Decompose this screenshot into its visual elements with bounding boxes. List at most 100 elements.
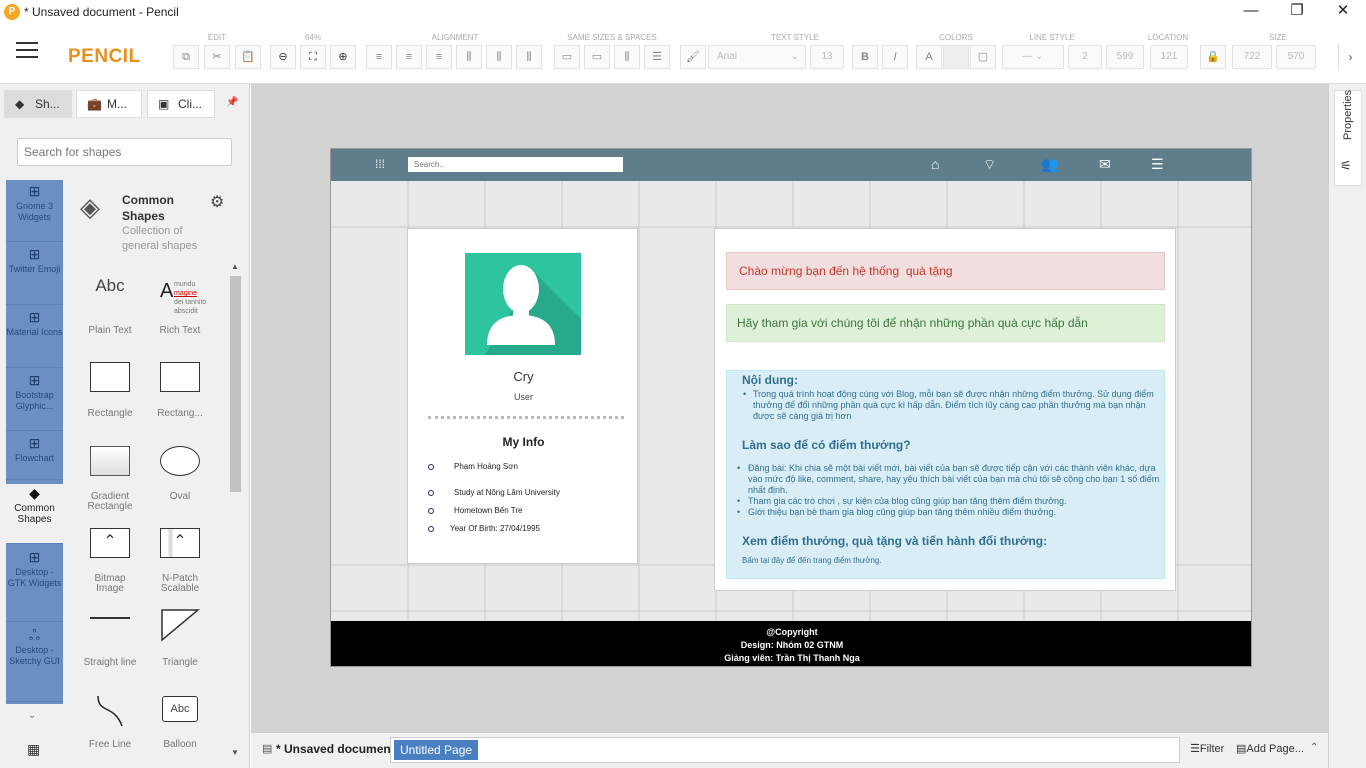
document-page[interactable]: ⁞⁞⁞ Search.. ⌂ ⌔ 👥 ✉ ☰ Cry User My Info … (330, 148, 1252, 667)
maximize-button[interactable]: ❐ (1274, 0, 1320, 24)
info-box: Nội dung: • Trong quá trình hoạt động cùn… (726, 370, 1165, 579)
shape-triangle[interactable]: Triangle (150, 609, 210, 682)
size-width-input[interactable]: 722 (1232, 45, 1272, 69)
chevron-down-icon[interactable]: ⌄ (28, 710, 36, 721)
hamburger-menu-icon[interactable] (16, 42, 38, 58)
grid-menu-icon[interactable]: ▦ (27, 741, 40, 758)
doc-search-input[interactable]: Search.. (408, 157, 623, 172)
align-top-icon[interactable]: ⫼ (456, 45, 482, 69)
align-center-icon[interactable]: ≡ (396, 45, 422, 69)
people-icon[interactable]: 👥 (1041, 156, 1058, 173)
shape-gradient-rectangle[interactable]: Gradient Rectangle (80, 444, 140, 514)
font-size-input[interactable]: 13 (810, 45, 844, 69)
fit-screen-icon[interactable]: ⛶ (300, 45, 326, 69)
collection-material-icons[interactable]: ⊞ Material Icons (6, 308, 63, 368)
shape-rectangle-2[interactable]: Rectang... (150, 360, 210, 420)
text-color-icon[interactable]: A (916, 45, 942, 69)
home-icon[interactable]: ⌂ (931, 156, 939, 172)
same-height-icon[interactable]: ▭ (584, 45, 610, 69)
main-toolbar: PENCIL EDIT ⧉ ✂ 📋 64% ⊖ ⛶ ⊕ ALIGNMENT ≡ … (0, 24, 1366, 84)
shape-npatch[interactable]: ⌃ N-Patch Scalable (150, 528, 210, 598)
align-bottom-icon[interactable]: ⫼ (516, 45, 542, 69)
search-shapes-input[interactable] (17, 138, 232, 166)
join-alert: Hãy tham gia với chúng tôi để nhận những… (726, 304, 1165, 342)
collection-gtk[interactable]: ⊞ Desktop - GTK Widgets (6, 548, 63, 622)
profile-role: User (513, 392, 533, 402)
collection-flowchart[interactable]: ⊞ Flowchart (6, 434, 63, 480)
lock-icon[interactable]: 🔒 (1200, 45, 1226, 69)
info-item: Phạm Hoàng Sơn (428, 462, 518, 471)
shape-rectangle[interactable]: Rectangle (80, 360, 140, 420)
tab-clipart[interactable]: ▣ Cli... (147, 90, 215, 118)
fill-color-icon[interactable] (943, 45, 969, 69)
shapes-scroll-thumb[interactable] (230, 276, 241, 492)
location-y-input[interactable]: 121 (1150, 45, 1188, 69)
size-height-input[interactable]: 570 (1276, 45, 1316, 69)
scroll-up-icon[interactable]: ▲ (231, 262, 239, 271)
collection-title: Common Shapes (122, 193, 174, 223)
font-family-select[interactable]: Arial ⌄ (708, 45, 806, 69)
edit-group-label: EDIT (207, 33, 227, 42)
location-x-input[interactable]: 599 (1106, 45, 1144, 69)
gear-icon[interactable]: ⚙ (210, 192, 224, 212)
sliders-icon[interactable]: ⚟ (1340, 158, 1352, 174)
redeem-link[interactable]: Bấm tại đây để đến trang điểm thưởng. (742, 555, 882, 566)
filter-button[interactable]: ☰Filter (1190, 742, 1224, 755)
shape-bitmap-image[interactable]: ⌃ Bitmap Image (80, 528, 140, 598)
page-tab[interactable]: Untitled Page (394, 740, 479, 760)
collection-description: Collection of general shapes (122, 225, 198, 252)
add-page-icon: ▤ (1236, 743, 1247, 755)
same-vspace-icon[interactable]: ☰ (644, 45, 670, 69)
apps-grid-icon[interactable]: ⁞⁞⁞ (375, 157, 385, 171)
align-right-icon[interactable]: ≡ (426, 45, 452, 69)
pin-icon[interactable]: 📌 (226, 97, 240, 111)
zoom-in-icon[interactable]: ⊕ (330, 45, 356, 69)
chevron-up-icon[interactable]: ⌃ (1310, 742, 1318, 753)
same-hspace-icon[interactable]: ⫼ (614, 45, 640, 69)
line-style-select[interactable]: — ⌄ (1002, 45, 1064, 69)
shapes-grid: Abc Plain Text A mundu magine dei tannito a… (80, 266, 230, 750)
format-painter-icon[interactable]: 🖌 (680, 45, 706, 69)
shape-rich-text[interactable]: A mundu magine dei tannito abscidit Rich Te… (150, 266, 210, 336)
bold-button[interactable]: B (852, 45, 878, 69)
same-width-icon[interactable]: ▭ (554, 45, 580, 69)
italic-button[interactable]: I (882, 45, 908, 69)
add-page-button[interactable]: ▤Add Page... (1236, 742, 1304, 755)
shape-plain-text[interactable]: Abc Plain Text (80, 266, 140, 336)
align-left-icon[interactable]: ≡ (366, 45, 392, 69)
align-middle-icon[interactable]: ⫼ (486, 45, 512, 69)
collection-common-shapes[interactable]: ◆ Common Shapes (6, 484, 63, 544)
page-tabs-strip (390, 737, 1180, 763)
collection-gnome3[interactable]: ⊞ Gnome 3 Widgets (6, 182, 63, 242)
profile-name: Cry (513, 369, 534, 384)
close-button[interactable]: ✕ (1320, 0, 1366, 24)
shape-oval[interactable]: Oval (150, 444, 210, 514)
section-howto-title: Làm sao để có điểm thưởng? (742, 438, 911, 452)
mail-icon[interactable]: ✉ (1099, 156, 1111, 173)
section-howto-list: • Đăng bài: Khi chia sẽ một bài viết mới,… (737, 463, 1160, 517)
collection-sketchy[interactable]: ஃ Desktop - Sketchy GUI (6, 626, 63, 702)
copy-icon[interactable]: ⧉ (173, 45, 199, 69)
tab-shapes[interactable]: ◆ Sh... (4, 90, 72, 118)
properties-label[interactable]: Properties (1342, 90, 1354, 140)
toolbar-scroll-right-icon[interactable]: › (1338, 44, 1362, 70)
zoom-out-icon[interactable]: ⊖ (270, 45, 296, 69)
shape-balloon[interactable]: Abc Balloon (150, 696, 210, 756)
shape-free-line[interactable]: Free Line (80, 695, 140, 756)
tab-my-collections[interactable]: 💼 M... (76, 90, 142, 118)
wifi-icon[interactable]: ⌔ (983, 156, 996, 174)
shape-straight-line[interactable]: Straight line (80, 612, 140, 682)
line-width-input[interactable]: 2 (1068, 45, 1102, 69)
paste-icon[interactable]: 📋 (235, 45, 261, 69)
document-name[interactable]: * Unsaved document (276, 742, 395, 756)
collection-twitter-emoji[interactable]: ⊞ Twitter Emoji (6, 245, 63, 305)
menu-lines-icon[interactable]: ☰ (1151, 156, 1164, 173)
cut-icon[interactable]: ✂ (204, 45, 230, 69)
info-item: Year Of Birth: 27/04/1995 (428, 524, 540, 533)
stroke-color-icon[interactable]: ▢ (970, 45, 996, 69)
scroll-down-icon[interactable]: ▼ (231, 748, 239, 757)
content-panel: Chào mừng bạn đến hệ thống quà tặng Hãy … (714, 228, 1176, 591)
minimize-button[interactable]: — (1228, 0, 1274, 24)
collection-bootstrap[interactable]: ⊞ Bootstrap Glyphic... (6, 371, 63, 431)
image-icon: ▣ (158, 97, 170, 111)
